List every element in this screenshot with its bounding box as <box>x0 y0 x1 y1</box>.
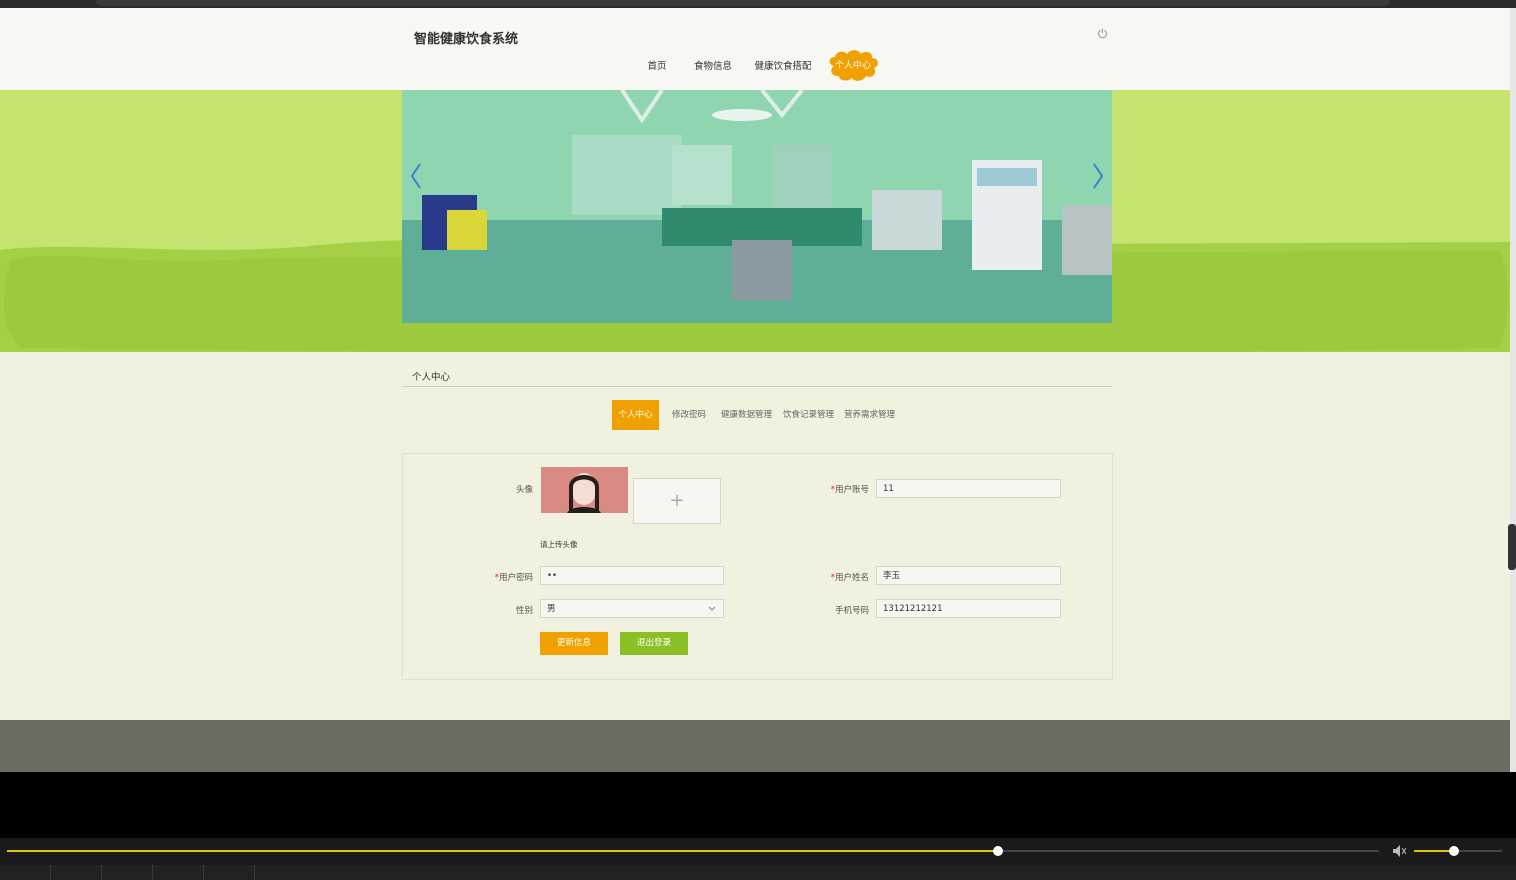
page-scrollbar[interactable] <box>1510 8 1516 772</box>
nav-home[interactable]: 首页 <box>647 58 666 72</box>
avatar <box>541 467 628 513</box>
password-input[interactable]: •• <box>540 566 724 585</box>
site-title: 智能健康饮食系统 <box>414 32 519 47</box>
volume-knob[interactable] <box>1448 846 1459 856</box>
nav-personal-center-label: 个人中心 <box>834 61 871 71</box>
seek-knob[interactable] <box>992 846 1003 856</box>
avatar-label: 头像 <box>515 485 533 495</box>
taskbar <box>0 865 1516 880</box>
gender-label: 性别 <box>515 606 533 616</box>
chevron-down-icon <box>708 606 716 611</box>
video-player-controls <box>0 838 1516 880</box>
address-bar[interactable] <box>96 0 1390 6</box>
phone-input[interactable]: 13121212121 <box>876 599 1061 618</box>
seek-bar[interactable] <box>7 850 1379 852</box>
nav-diet-pairing[interactable]: 健康饮食搭配 <box>754 58 811 72</box>
section-title: 个人中心 <box>412 372 451 383</box>
gender-value: 男 <box>547 604 556 614</box>
plus-icon: + <box>669 490 685 511</box>
site-header: 智能健康饮食系统 首页 食物信息 健康饮食搭配 个人中心 <box>0 8 1510 91</box>
account-label: *用户账号 <box>830 485 869 495</box>
account-input[interactable]: 11 <box>876 479 1061 498</box>
avatar-upload-button[interactable]: + <box>633 478 721 524</box>
name-input[interactable]: 李玉 <box>876 566 1061 585</box>
banner-carousel <box>0 90 1510 352</box>
tab-health-data[interactable]: 健康数据管理 <box>721 400 772 430</box>
carousel-next-icon[interactable] <box>1091 162 1105 190</box>
volume-level <box>1414 850 1454 852</box>
tab-nutrition-needs[interactable]: 营养需求管理 <box>844 400 895 430</box>
banner-photo <box>402 90 1112 323</box>
web-page: 智能健康饮食系统 首页 食物信息 健康饮食搭配 个人中心 个人中心 个人中心 修… <box>0 8 1510 772</box>
upload-hint: 请上传头像 <box>540 540 578 549</box>
update-info-button[interactable]: 更新信息 <box>540 632 608 655</box>
profile-form: 头像 + 请上传头像 *用户账号 11 *用户密码 •• *用户姓名 李玉 性别… <box>402 453 1113 680</box>
tab-personal-center[interactable]: 个人中心 <box>612 400 659 430</box>
name-label: *用户姓名 <box>830 573 869 583</box>
nav-food-info[interactable]: 食物信息 <box>694 58 732 72</box>
tab-change-password[interactable]: 修改密码 <box>672 400 706 430</box>
section-divider <box>402 386 1112 387</box>
browser-toolbar <box>0 0 1516 8</box>
logout-button[interactable]: 退出登录 <box>620 632 688 655</box>
site-footer <box>0 720 1510 772</box>
volume-icon[interactable] <box>1392 844 1408 858</box>
carousel-prev-icon[interactable] <box>409 162 423 190</box>
gender-select[interactable]: 男 <box>540 599 724 618</box>
nav-personal-center[interactable]: 个人中心 <box>826 49 880 83</box>
power-icon[interactable] <box>1097 28 1108 39</box>
password-label: *用户密码 <box>494 573 533 583</box>
scrollbar-handle[interactable] <box>1508 524 1516 570</box>
tab-diet-records[interactable]: 饮食记录管理 <box>783 400 834 430</box>
seek-progress <box>7 850 998 852</box>
phone-label: 手机号码 <box>834 606 869 616</box>
